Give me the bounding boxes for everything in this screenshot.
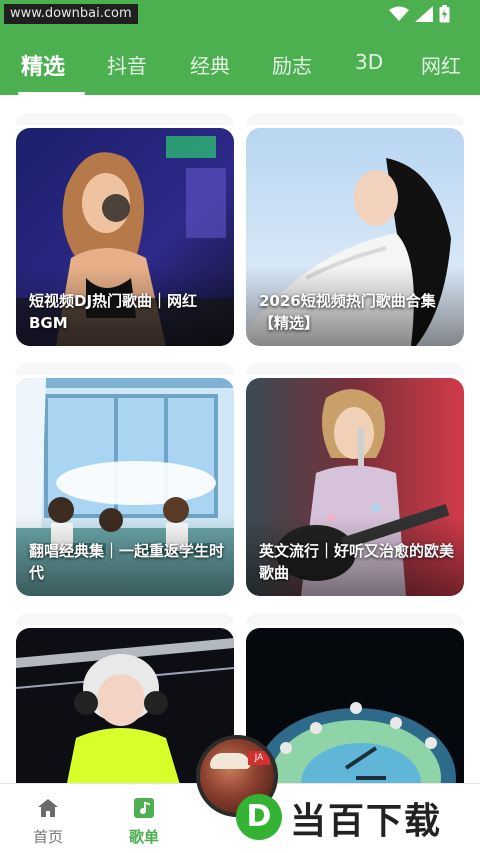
top-bar: www.downbai.com 精选 抖音 经典 励志 3D 网红 bbox=[0, 0, 480, 95]
nav-home-label: 首页 bbox=[32, 828, 63, 846]
brand-logo-text: 当百下载 bbox=[290, 801, 443, 842]
tab-3d[interactable]: 3D bbox=[355, 50, 383, 74]
status-bar: www.downbai.com bbox=[0, 0, 480, 28]
brand-logo-letter: D bbox=[246, 799, 272, 834]
playlist-title: 英文流行｜好听又治愈的欧美歌曲 bbox=[259, 542, 455, 582]
playlist-card[interactable]: 英文流行｜好听又治愈的欧美歌曲 bbox=[246, 378, 464, 596]
card-shadow bbox=[246, 613, 464, 625]
playlist-card[interactable] bbox=[246, 628, 464, 783]
signal-icon bbox=[415, 6, 433, 22]
watermark-url: www.downbai.com bbox=[4, 4, 138, 24]
wifi-icon bbox=[389, 6, 409, 21]
nav-home[interactable]: 首页 bbox=[3, 784, 93, 853]
playlist-cover-image bbox=[246, 628, 464, 783]
category-tabs: 精选 抖音 经典 励志 3D 网红 bbox=[0, 40, 480, 95]
playlist-card[interactable]: 2026短视频热门歌曲合集【精选】 bbox=[246, 128, 464, 346]
playlist-title: 短视频DJ热门歌曲｜网红BGM bbox=[29, 292, 198, 332]
battery-charging-icon bbox=[439, 5, 450, 23]
brand-watermark-logo: D 当百下载 bbox=[236, 788, 472, 844]
mini-player-tag: JA bbox=[248, 751, 270, 765]
card-shadow bbox=[246, 113, 464, 125]
card-shadow bbox=[246, 363, 464, 375]
tab-inspirational[interactable]: 励志 bbox=[272, 50, 312, 79]
music-note-icon bbox=[134, 798, 154, 818]
tab-influencer[interactable]: 网红 bbox=[421, 50, 461, 79]
tab-classic[interactable]: 经典 bbox=[190, 50, 230, 79]
playlist-card[interactable]: 翻唱经典集｜一起重返学生时代 bbox=[16, 378, 234, 596]
playlist-title: 翻唱经典集｜一起重返学生时代 bbox=[29, 542, 225, 582]
playlist-title: 2026短视频热门歌曲合集【精选】 bbox=[259, 292, 436, 332]
nav-playlists[interactable]: 歌单 bbox=[99, 784, 189, 853]
playlist-card[interactable]: 短视频DJ热门歌曲｜网红BGM bbox=[16, 128, 234, 346]
playlist-grid: 短视频DJ热门歌曲｜网红BGM 2026短视频热门歌曲合集【精选】 翻唱经典集｜… bbox=[0, 95, 480, 783]
tab-douyin[interactable]: 抖音 bbox=[107, 50, 147, 79]
card-shadow bbox=[16, 113, 234, 125]
card-shadow bbox=[16, 613, 234, 625]
status-icons bbox=[389, 5, 450, 23]
home-icon bbox=[38, 799, 58, 817]
tab-featured[interactable]: 精选 bbox=[21, 49, 65, 81]
nav-playlists-label: 歌单 bbox=[128, 828, 159, 846]
card-shadow bbox=[16, 363, 234, 375]
